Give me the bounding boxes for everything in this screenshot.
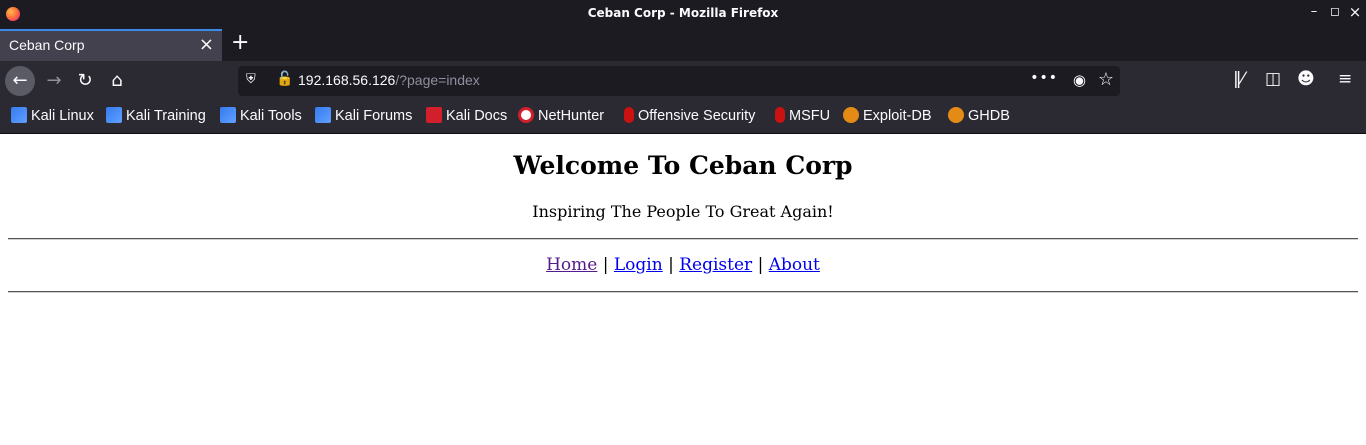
address-bar[interactable]: ⛨ 🔓 192.168.56.126/?page=index ••• ◉ ☆ [238,66,1120,96]
home-icon[interactable]: ⌂ [102,67,132,95]
nav-separator: | [757,255,764,275]
bookmark-kali-forums[interactable]: Kali Forums [315,107,412,124]
url-host: 192.168.56.126 [298,72,396,88]
menu-icon[interactable]: ≡ [1338,69,1352,89]
window-title: Ceban Corp - Mozilla Firefox [587,6,779,20]
bookmark-kali-tools[interactable]: Kali Tools [220,107,302,124]
library-icon[interactable]: ‖⁄ [1233,69,1244,89]
page-content: Welcome To Ceban Corp Inspiring The Peop… [0,134,1366,445]
bookmark-kali-training[interactable]: Kali Training [106,107,206,124]
bookmark-nethunter[interactable]: NetHunter [518,107,604,124]
site-nav: Home | Login | Register | About [0,255,1366,275]
nethunter-icon [518,107,534,123]
sidebar-icon[interactable]: ◫ [1265,69,1281,89]
forward-arrow-icon[interactable]: → [39,67,69,95]
maximize-icon[interactable]: ◻ [1327,4,1343,18]
nav-separator: | [668,255,674,275]
kali-docs-icon [426,107,442,123]
divider-bottom [8,291,1358,293]
nav-link-register[interactable]: Register [679,255,752,275]
page-title: Welcome To Ceban Corp [513,151,853,180]
kali-icon [315,107,331,123]
exploit-db-icon [843,107,859,123]
tab-title: Ceban Corp [9,37,85,53]
kali-icon [220,107,236,123]
url-path: /?page=index [395,72,480,88]
nav-link-home[interactable]: Home [546,255,597,275]
star-icon[interactable]: ☆ [1098,69,1114,90]
pocket-icon[interactable]: ◉ [1073,71,1086,89]
bookmark-offensive-security[interactable]: Offensive Security [621,107,755,124]
msfu-icon [775,107,785,123]
bookmark-kali-linux[interactable]: Kali Linux [11,107,94,124]
shield-icon[interactable]: ⛨ [246,72,260,88]
navigation-toolbar: ← → ↻ ⌂ ⛨ 🔓 192.168.56.126/?page=index •… [0,61,1366,101]
reload-icon[interactable]: ↻ [70,67,100,95]
close-window-icon[interactable]: × [1347,3,1363,21]
tab-strip: Ceban Corp × + [0,29,1366,61]
tab-ceban-corp[interactable]: Ceban Corp × [0,29,222,61]
new-tab-icon[interactable]: + [231,30,249,55]
bookmark-msfu[interactable]: MSFU [772,107,830,124]
nav-separator: | [602,255,609,275]
bookmark-exploit-db[interactable]: Exploit-DB [843,107,932,124]
insecure-lock-icon[interactable]: 🔓 [276,71,293,87]
divider-top [8,238,1358,240]
ghdb-icon [948,107,964,123]
page-tagline: Inspiring The People To Great Again! [532,202,834,221]
kali-icon [11,107,27,123]
bookmark-ghdb[interactable]: GHDB [948,107,1010,124]
more-icon[interactable]: ••• [1030,70,1058,86]
kali-icon [106,107,122,123]
account-icon[interactable]: ☻ [1297,69,1315,89]
offensive-security-icon [624,107,634,123]
bookmark-kali-docs[interactable]: Kali Docs [426,107,507,124]
window-titlebar: Ceban Corp - Mozilla Firefox – ◻ × [0,0,1366,29]
nav-link-login[interactable]: Login [614,255,663,275]
tab-close-icon[interactable]: × [199,34,214,55]
back-arrow-icon[interactable]: ← [5,66,35,96]
minimize-icon[interactable]: – [1306,4,1322,19]
nav-link-about[interactable]: About [769,255,820,275]
bookmarks-toolbar: Kali Linux Kali Training Kali Tools Kali… [0,101,1366,134]
url-text[interactable]: 192.168.56.126/?page=index [298,72,480,88]
